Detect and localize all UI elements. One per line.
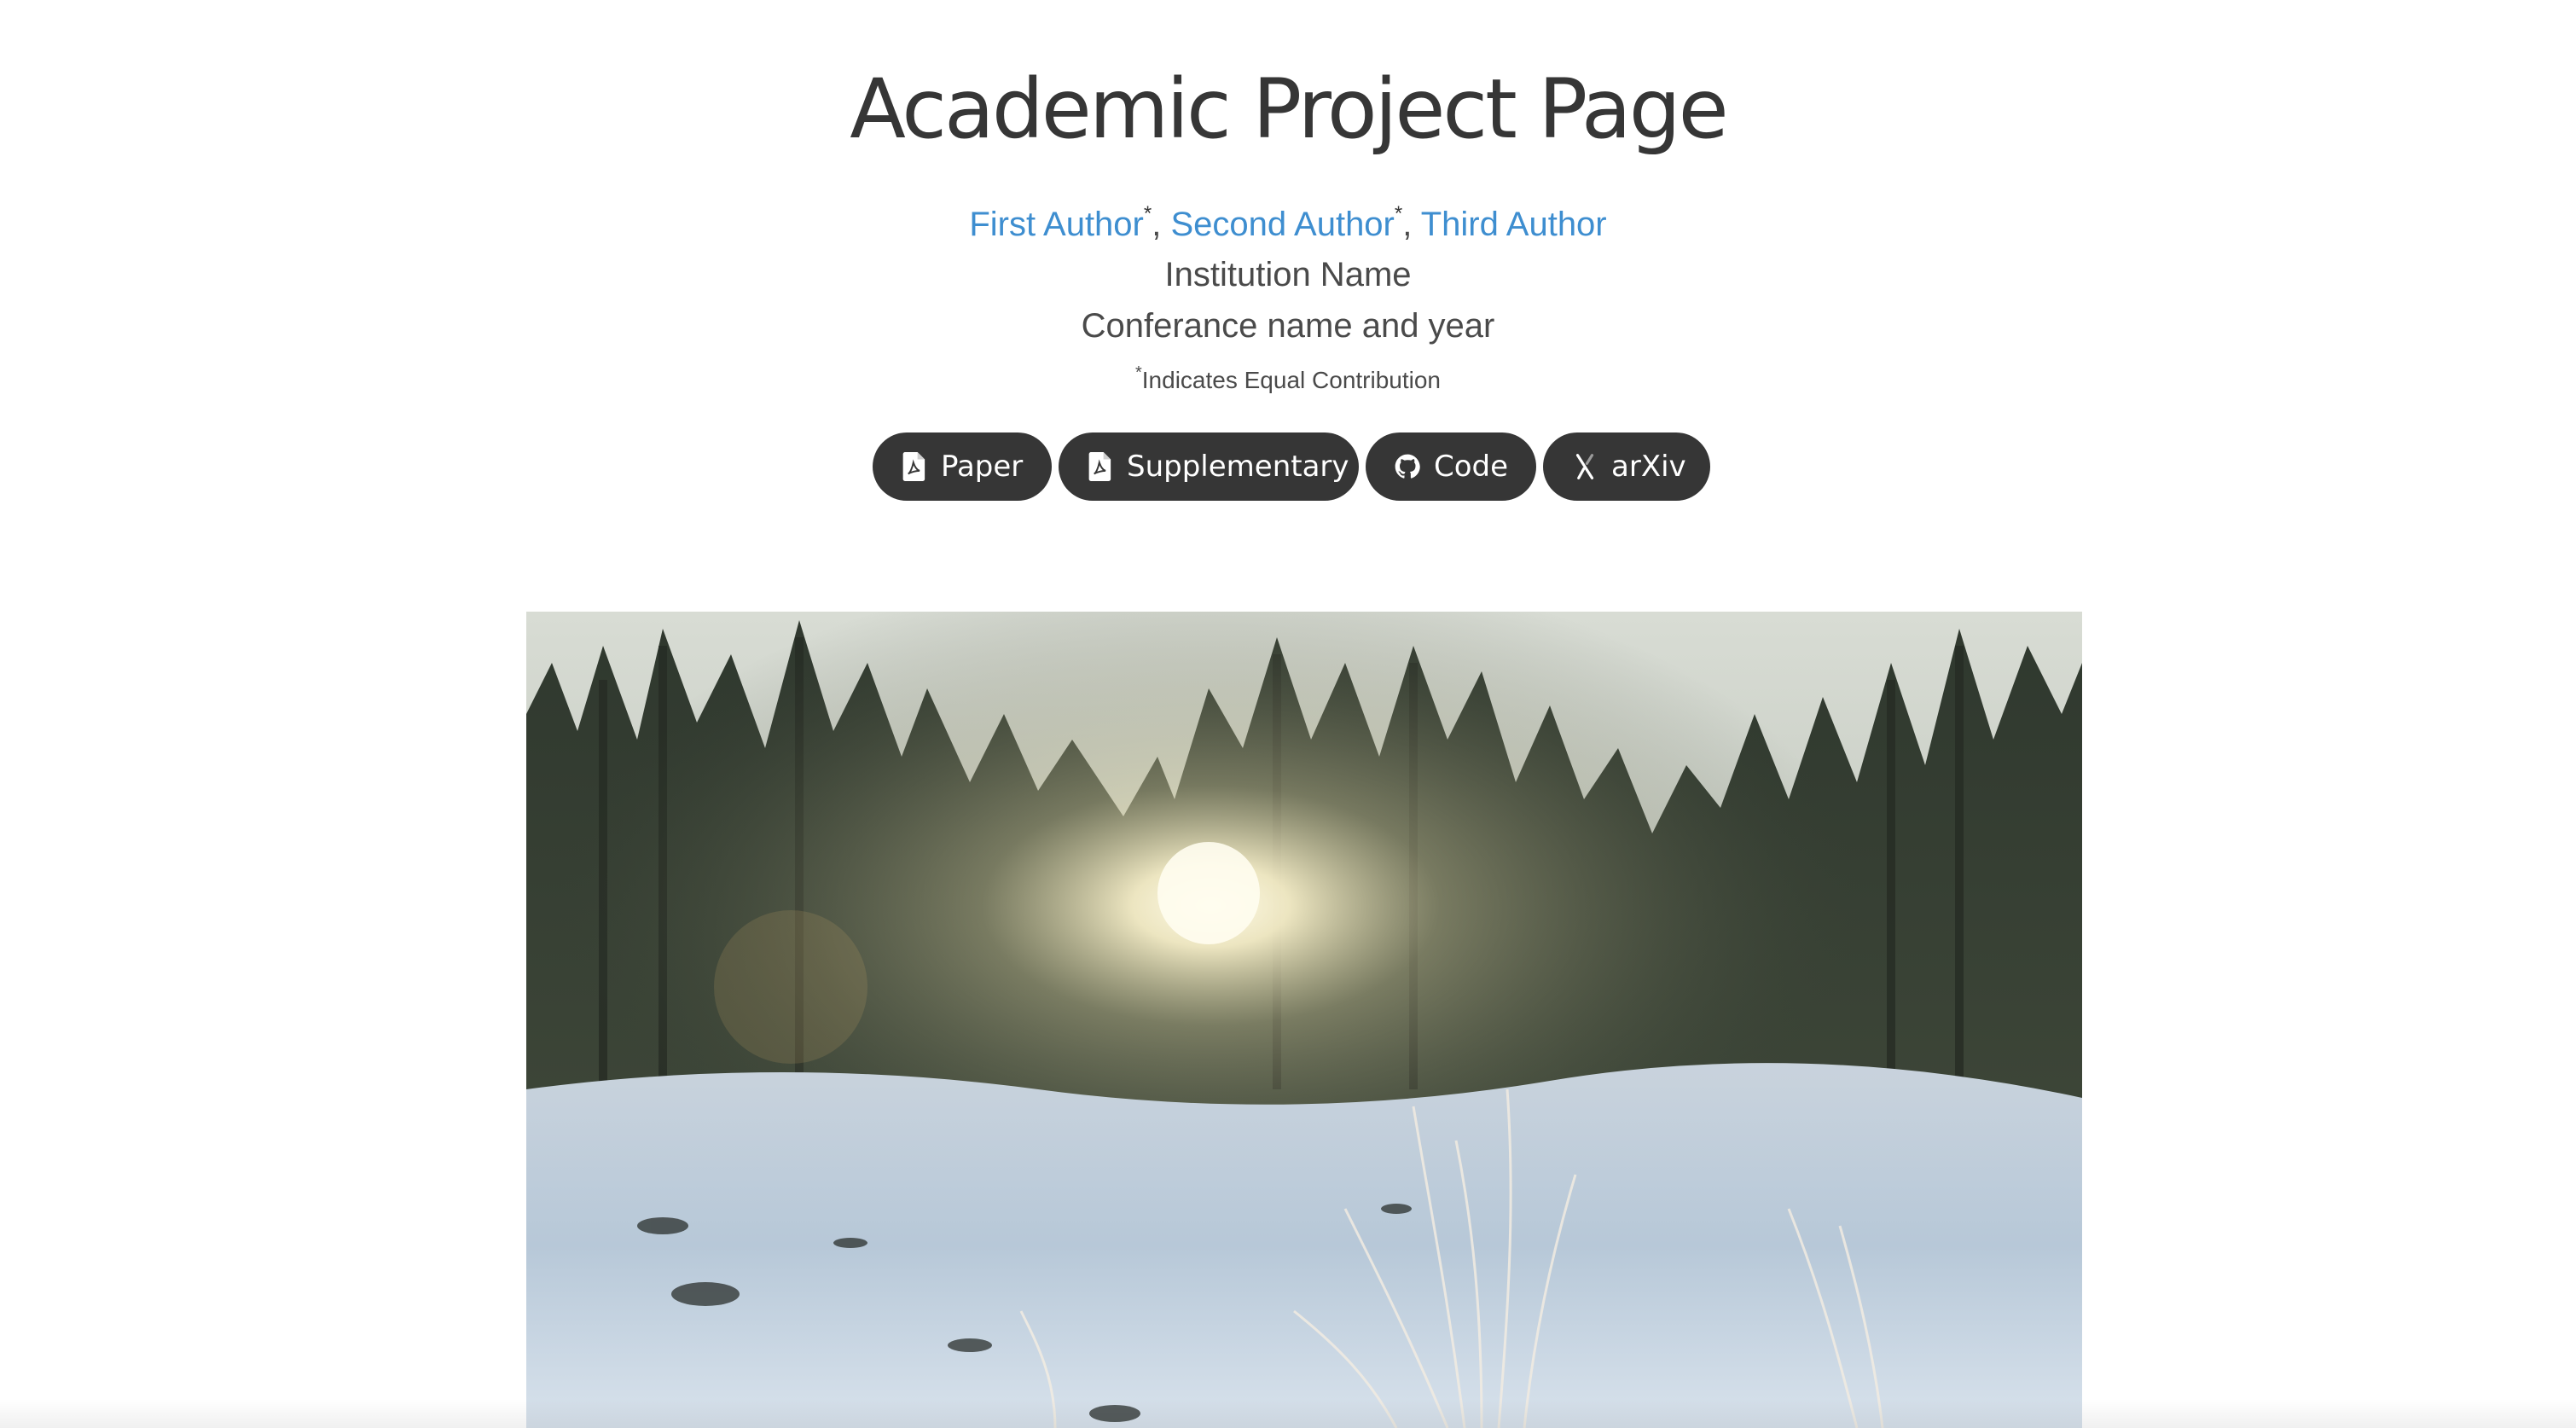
conference-name: Conferance name and year (1081, 307, 1495, 345)
equal-contribution-text: Indicates Equal Contribution (1141, 367, 1441, 393)
equal-contribution-note: *Indicates Equal Contribution (0, 358, 2576, 403)
page: Academic Project Page First Author*, Sec… (0, 0, 2576, 1428)
equal-contribution-mark: * (1143, 202, 1152, 225)
equal-contribution-mark: * (1394, 202, 1403, 225)
author-link-first[interactable]: First Author (969, 206, 1144, 243)
author-separator: , (1152, 206, 1171, 243)
paper-button-label: Paper (941, 450, 1024, 484)
paper-button[interactable]: Paper (873, 432, 1052, 501)
author-link-third[interactable]: Third Author (1421, 206, 1607, 243)
code-button-label: Code (1434, 450, 1509, 484)
author-link-second[interactable]: Second Author (1170, 206, 1394, 243)
snowy-forest-image (526, 612, 2082, 1428)
github-icon (1395, 452, 1420, 481)
equal-contribution-mark: * (1134, 363, 1142, 382)
arxiv-button[interactable]: arXiv (1543, 432, 1710, 501)
page-title: Academic Project Page (850, 61, 1728, 157)
author-list: First Author*, Second Author*, Third Aut… (0, 194, 2576, 254)
code-button[interactable]: Code (1366, 432, 1536, 501)
arxiv-icon (1572, 452, 1598, 481)
publication-links: Paper Supplementary Code arXiv (0, 432, 2576, 501)
teaser-video[interactable] (526, 612, 2082, 1428)
supplementary-button-label: Supplementary (1127, 450, 1349, 484)
arxiv-button-label: arXiv (1611, 450, 1686, 484)
supplementary-button[interactable]: Supplementary (1059, 432, 1359, 501)
file-pdf-icon (902, 452, 927, 481)
file-pdf-icon (1088, 452, 1113, 481)
author-separator: , (1402, 206, 1421, 243)
institution-name: Institution Name (1164, 256, 1412, 293)
